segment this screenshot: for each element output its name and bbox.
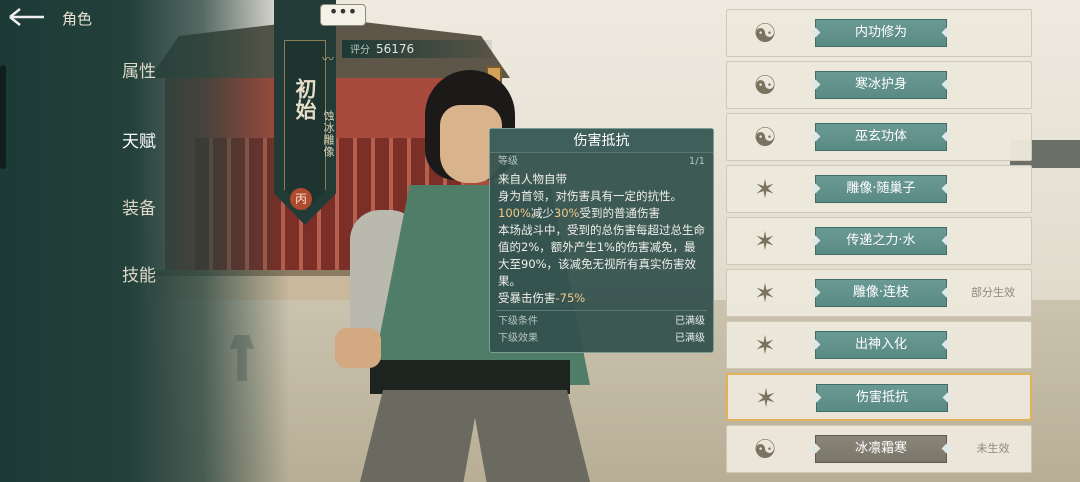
talent-row[interactable]: ✶ 传递之力·水 [726, 217, 1032, 265]
talent-status [958, 375, 1030, 421]
tooltip-next-effect-label: 下级效果 [498, 333, 538, 344]
score-bar: 评分 56176 [342, 40, 492, 58]
character-fist [335, 328, 381, 368]
talent-status [957, 114, 1029, 160]
talent-button[interactable]: 雕像·随巢子 [815, 175, 947, 203]
talent-row[interactable]: ☯ 巫玄功体 [726, 113, 1032, 161]
rank-title: 初始 [293, 78, 318, 120]
nav-item-skills[interactable]: 技能 [122, 261, 156, 286]
tooltip-next-effect-row: 下级效果 已满级 [490, 330, 713, 347]
meditating-monk-icon: ☯ [753, 435, 777, 465]
character-belt [370, 360, 570, 394]
grade-badge: 丙 [290, 188, 312, 210]
multi-armed-statue-icon: ✶ [755, 384, 777, 414]
multi-armed-statue-icon: ✶ [754, 227, 776, 257]
tooltip-reduction-pct: 100% [498, 206, 531, 220]
nav-item-equipment[interactable]: 装备 [122, 194, 156, 219]
ellipsis-icon[interactable]: ••• [320, 4, 366, 26]
tooltip-next-cond-value: 已满级 [675, 316, 705, 327]
tooltip-reduction-verb: 减少 [530, 206, 554, 220]
talent-button[interactable]: 传递之力·水 [815, 227, 947, 255]
talent-row[interactable]: ☯ 冰凛霜寒 未生效 [726, 425, 1032, 473]
screen-title: 角色 [62, 10, 93, 28]
talent-button[interactable]: 雕像·连枝 [815, 279, 947, 307]
tooltip-level-row: 等级 1/1 [490, 153, 713, 170]
tooltip-level-label: 等级 [498, 156, 518, 167]
tooltip-next-cond-row: 下级条件 已满级 [490, 313, 713, 330]
multi-armed-statue-icon: ✶ [754, 175, 776, 205]
multi-armed-statue-icon: ✶ [754, 279, 776, 309]
tooltip-crit-label: 受暴击伤害 [498, 291, 556, 305]
nav-item-talents[interactable]: 天赋 [122, 127, 156, 152]
talent-row[interactable]: ✶ 雕像·连枝 部分生效 [726, 269, 1032, 317]
talent-button[interactable]: 出神入化 [815, 331, 947, 359]
ink-swirl-icon: 〰 [322, 52, 335, 66]
tooltip-summary: 身为首领，对伤害具有一定的抗性。 [498, 189, 682, 203]
talent-button[interactable]: 伤害抵抗 [816, 384, 948, 412]
talent-row[interactable]: ☯ 内功修为 [726, 9, 1032, 57]
talent-button[interactable]: 内功修为 [815, 19, 947, 47]
nav-scroll-indicator [0, 65, 6, 169]
score-label: 评分 [350, 45, 370, 56]
tooltip-crit: 受暴击伤害-75% [498, 290, 705, 307]
talent-status [957, 218, 1029, 264]
talent-status [957, 10, 1029, 56]
meditating-monk-icon: ☯ [753, 19, 777, 49]
meditating-monk-icon: ☯ [753, 123, 777, 153]
tooltip-battle-effect: 本场战斗中，受到的总伤害每超过总生命值的2%，额外产生1%的伤害减免，最大至90… [498, 223, 705, 288]
tooltip-description: 来自人物自带 身为首领，对伤害具有一定的抗性。 100%减少30%受到的普通伤害… [490, 170, 713, 308]
talent-button[interactable]: 冰凛霜寒 [815, 435, 947, 463]
talent-row[interactable]: ✶ 出神入化 [726, 321, 1032, 369]
score-value: 56176 [376, 42, 415, 56]
tooltip-reduction: 100%减少30%受到的普通伤害 [498, 205, 705, 222]
talent-tooltip: 伤害抵抗 等级 1/1 来自人物自带 身为首领，对伤害具有一定的抗性。 100%… [489, 128, 714, 353]
tooltip-crit-value: -75% [555, 291, 586, 305]
character-pants [360, 390, 590, 482]
nav-item-attributes[interactable]: 属性 [122, 57, 156, 82]
talent-row-selected[interactable]: ✶ 伤害抵抗 [726, 373, 1032, 421]
tooltip-reduction-text: 受到的普通伤害 [579, 206, 660, 220]
talent-button[interactable]: 巫玄功体 [815, 123, 947, 151]
talent-status [957, 166, 1029, 212]
talent-status [957, 322, 1029, 368]
meditating-monk-icon: ☯ [753, 71, 777, 101]
talent-status: 未生效 [976, 442, 1010, 455]
back-arrow-icon[interactable] [8, 6, 46, 28]
character-subtitle: 蚀冰雕像 [322, 110, 335, 158]
tooltip-level-value: 1/1 [688, 156, 705, 167]
talent-row[interactable]: ✶ 雕像·随巢子 [726, 165, 1032, 213]
tooltip-title: 伤害抵抗 [490, 129, 713, 153]
talent-status [957, 62, 1029, 108]
tooltip-next-effect-value: 已满级 [675, 333, 705, 344]
talent-status: 部分生效 [971, 286, 1015, 299]
talent-row[interactable]: ☯ 寒冰护身 [726, 61, 1032, 109]
tooltip-divider [496, 310, 707, 311]
left-nav-panel: 角色 属性 天赋 装备 技能 [0, 0, 290, 482]
talent-button[interactable]: 寒冰护身 [815, 71, 947, 99]
tooltip-reduction-amount: 30% [553, 206, 580, 220]
tooltip-next-cond-label: 下级条件 [498, 316, 538, 327]
multi-armed-statue-icon: ✶ [754, 331, 776, 361]
tooltip-source: 来自人物自带 [498, 172, 567, 186]
